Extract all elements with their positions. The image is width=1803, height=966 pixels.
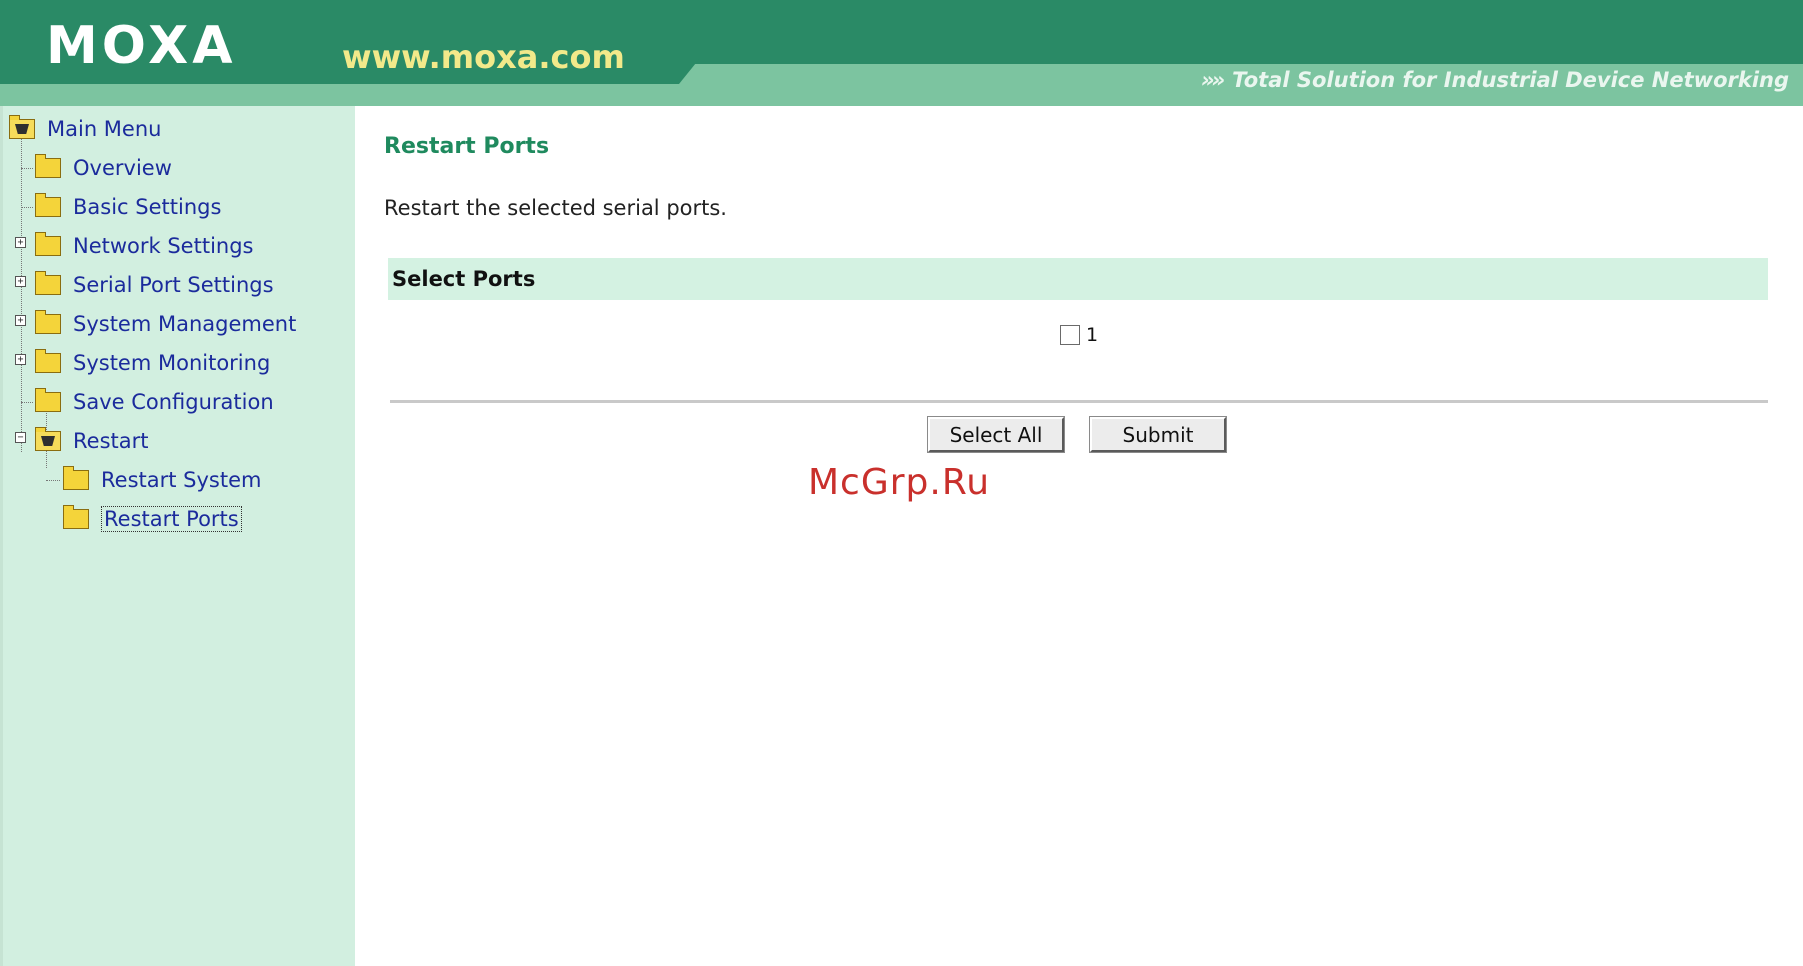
tree-item-system-monitoring[interactable]: System Monitoring [35, 348, 270, 378]
tree-item-network-settings[interactable]: Network Settings [35, 231, 254, 261]
tree-item-label: Restart Ports [101, 506, 242, 532]
port-option: 1 [1060, 324, 1098, 346]
tree-line [21, 168, 33, 169]
tree-line [21, 128, 22, 452]
tree-item-label: System Management [73, 312, 297, 336]
tree-item-overview[interactable]: Overview [35, 153, 172, 183]
tree-item-save-configuration[interactable]: Save Configuration [35, 387, 274, 417]
moxa-logo: MOXA [46, 16, 237, 76]
expand-plus-icon[interactable]: + [15, 354, 26, 365]
tree-item-label: Save Configuration [73, 390, 274, 414]
tree-item-system-management[interactable]: System Management [35, 309, 296, 339]
double-chevron-icon: »» [1200, 68, 1225, 92]
sidebar-tree-menu: Main Menu Overview Basic Settings + Netw… [0, 106, 355, 966]
watermark: McGrp.Ru [808, 462, 991, 503]
tree-item-label: Overview [73, 156, 172, 180]
tree-line [21, 207, 33, 208]
select-all-button[interactable]: Select All [928, 417, 1064, 452]
tree-item-label: Network Settings [73, 234, 254, 258]
section-heading: Select Ports [392, 267, 536, 291]
expand-plus-icon[interactable]: + [15, 237, 26, 248]
tree-line [21, 402, 33, 403]
website-url: www.moxa.com [342, 38, 625, 76]
folder-icon [35, 388, 61, 412]
tree-item-main-menu[interactable]: Main Menu [9, 114, 161, 144]
select-ports-header: Select Ports [388, 258, 1768, 300]
tree-item-serial-port-settings[interactable]: Serial Port Settings [35, 270, 274, 300]
page-title: Restart Ports [384, 134, 550, 159]
tree-item-label: Serial Port Settings [73, 273, 274, 297]
header-banner: MOXA www.moxa.com »» Total Solution for I… [0, 0, 1803, 106]
divider [390, 400, 1768, 403]
folder-icon [35, 310, 61, 334]
folder-icon [35, 232, 61, 256]
page-description: Restart the selected serial ports. [384, 196, 727, 220]
tagline: »» Total Solution for Industrial Device N… [1201, 68, 1789, 92]
port-1-checkbox[interactable] [1060, 325, 1080, 345]
tree-item-label: Restart System [101, 468, 262, 492]
folder-icon [63, 505, 89, 529]
folder-icon [35, 349, 61, 373]
tree-item-restart[interactable]: Restart [35, 426, 148, 456]
folder-open-icon [35, 427, 61, 451]
tree-item-basic-settings[interactable]: Basic Settings [35, 192, 221, 222]
tree-line [46, 480, 60, 481]
expand-plus-icon[interactable]: + [15, 276, 26, 287]
folder-icon [35, 271, 61, 295]
folder-icon [35, 193, 61, 217]
tree-item-label: Basic Settings [73, 195, 222, 219]
tagline-text: Total Solution for Industrial Device Net… [1232, 68, 1789, 92]
tree-item-label: System Monitoring [73, 351, 271, 375]
tree-item-restart-system[interactable]: Restart System [63, 465, 261, 495]
expand-plus-icon[interactable]: + [15, 315, 26, 326]
folder-icon [63, 466, 89, 490]
header-band-dark [0, 0, 1803, 64]
port-1-label: 1 [1086, 324, 1099, 346]
tree-item-label: Main Menu [47, 117, 162, 141]
folder-open-icon [9, 115, 35, 139]
collapse-minus-icon[interactable]: − [15, 432, 26, 443]
submit-button[interactable]: Submit [1090, 417, 1226, 452]
tree-item-label: Restart [73, 429, 149, 453]
folder-icon [35, 154, 61, 178]
tree-item-restart-ports[interactable]: Restart Ports [63, 504, 242, 534]
